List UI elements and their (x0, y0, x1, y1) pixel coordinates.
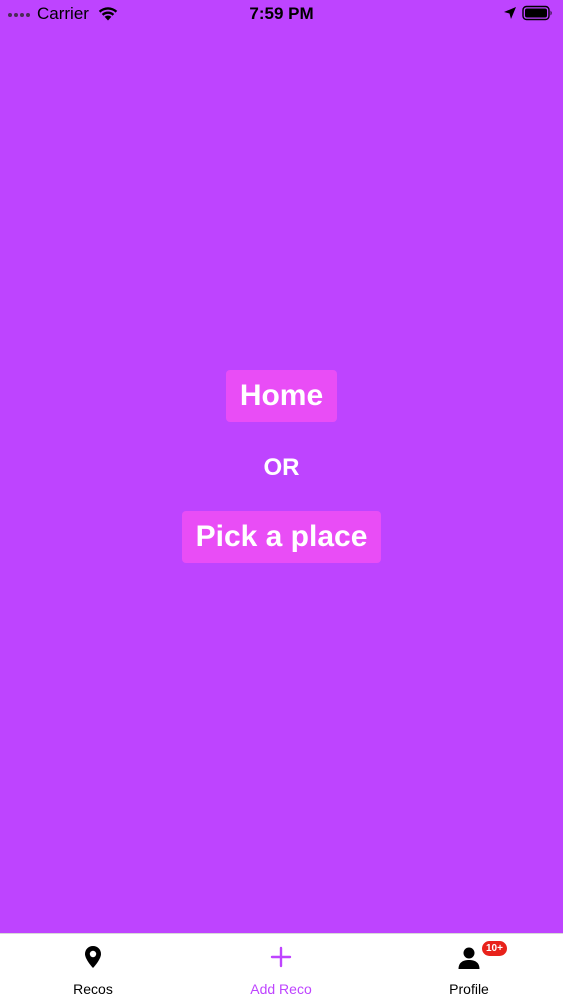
tab-add-reco[interactable]: Add Reco (211, 934, 351, 1000)
location-arrow-icon (504, 7, 516, 19)
status-bar: Carrier 7:59 PM (0, 0, 563, 28)
plus-icon (270, 946, 292, 968)
tab-add-reco-label: Add Reco (250, 981, 312, 997)
tab-recos-label: Recos (73, 981, 113, 997)
person-icon (458, 947, 480, 969)
tab-profile-label: Profile (449, 981, 489, 997)
tab-recos[interactable]: Recos (23, 934, 163, 1000)
clock: 7:59 PM (249, 4, 314, 23)
notification-badge: 10+ (482, 941, 507, 956)
location-choice: Home OR Pick a place (0, 370, 563, 563)
map-pin-icon (85, 946, 101, 968)
screen: Carrier 7:59 PM Home OR Pick a place Rec… (0, 0, 563, 1000)
tab-bar: Recos Add Reco 10+ Profile (0, 933, 563, 1000)
or-label: OR (263, 454, 300, 481)
battery-icon (522, 5, 552, 21)
pick-a-place-button[interactable]: Pick a place (181, 511, 382, 563)
tab-profile[interactable]: 10+ Profile (399, 934, 539, 1000)
home-button[interactable]: Home (225, 370, 338, 422)
